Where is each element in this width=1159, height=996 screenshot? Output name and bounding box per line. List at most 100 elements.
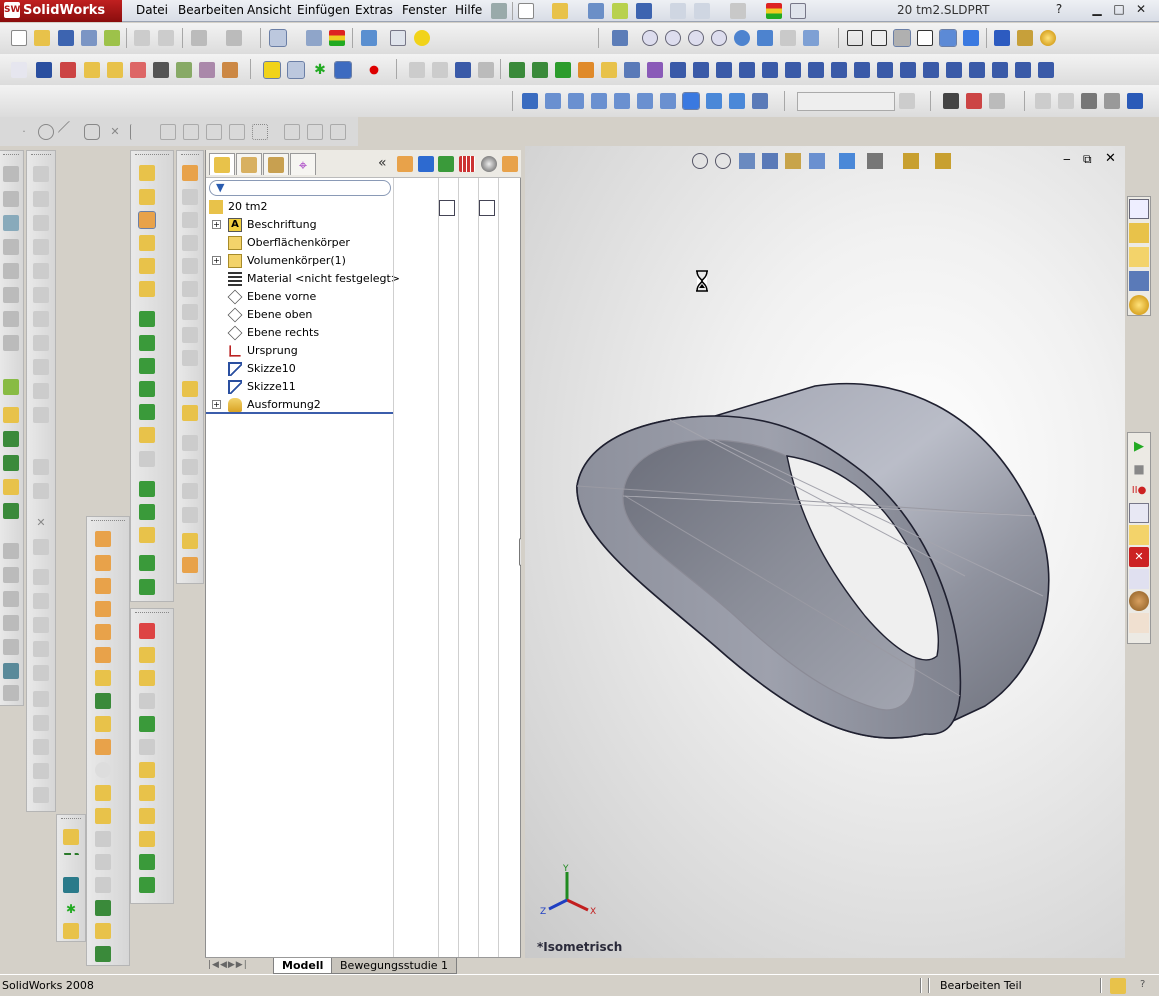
sketch-ellipse-icon[interactable] [139, 831, 155, 847]
instant-3d-icon[interactable] [139, 555, 155, 571]
macro-checkmark-icon[interactable] [1129, 569, 1149, 589]
sketch-rectangle-icon[interactable] [139, 762, 155, 778]
filter-center-icon[interactable] [1038, 62, 1054, 78]
hole-callout-icon[interactable] [176, 62, 192, 78]
datum-target-icon[interactable] [33, 787, 49, 803]
tab-property-manager[interactable] [236, 153, 262, 175]
snap-icon[interactable]: ✱ [312, 62, 328, 78]
revolved-boss-icon[interactable] [139, 189, 155, 205]
tab-modell[interactable]: Modell [273, 958, 333, 974]
open-icon[interactable] [34, 30, 50, 46]
view-left-icon[interactable] [591, 93, 607, 109]
perspective-icon[interactable] [994, 30, 1010, 46]
sum-sigma-icon[interactable] [153, 62, 169, 78]
filter-datums-icon[interactable] [693, 62, 709, 78]
collapse-panel-icon[interactable]: « [378, 155, 387, 171]
extend-entities-icon[interactable] [33, 539, 49, 555]
surface-finish-icon[interactable] [107, 62, 123, 78]
note-icon[interactable] [36, 62, 52, 78]
datum-icon[interactable] [84, 62, 100, 78]
line-thickness-icon[interactable] [1104, 93, 1120, 109]
filter-weld-bead-icon[interactable] [946, 62, 962, 78]
filter-balloon-icon[interactable] [923, 62, 939, 78]
distribute-icon[interactable] [33, 715, 49, 731]
copy-entities-icon[interactable] [33, 335, 49, 351]
thickness-analysis-icon[interactable] [182, 557, 198, 573]
construction-geometry-icon[interactable] [252, 124, 268, 140]
sketch-convert-icon[interactable] [33, 239, 49, 255]
polygon-icon[interactable] [84, 124, 100, 140]
expand-toggle[interactable]: + [212, 256, 221, 265]
sketch-offset-icon[interactable] [33, 215, 49, 231]
display-transparency-swatch[interactable] [479, 200, 495, 216]
assembly-from-part-icon[interactable] [104, 30, 120, 46]
chamfer-icon[interactable] [139, 335, 155, 351]
customize-macro-icon[interactable] [1129, 591, 1149, 611]
baseline-dimension-icon[interactable] [33, 665, 49, 681]
viewport-minimize-icon[interactable]: ‒ [1063, 152, 1071, 166]
toolbar-grip[interactable] [91, 520, 125, 525]
section-view-icon[interactable] [1017, 30, 1033, 46]
sketch-text-icon[interactable] [33, 383, 49, 399]
new-macro-icon[interactable] [1129, 503, 1149, 523]
trim-entities-icon[interactable]: ✕ [33, 515, 49, 531]
view-dimetric-icon[interactable] [729, 93, 745, 109]
maximize-icon[interactable]: □ [1110, 2, 1128, 18]
delete-macro-icon[interactable]: ✕ [1129, 547, 1149, 567]
display-style-icon[interactable] [809, 153, 825, 169]
toolbar-grip[interactable] [61, 818, 81, 823]
sketch-polygon-icon[interactable] [139, 808, 155, 824]
filter-surface-bodies-icon[interactable] [578, 62, 594, 78]
fillet-icon[interactable] [139, 311, 155, 327]
view-selector-icon[interactable] [752, 93, 768, 109]
line-icon[interactable] [57, 120, 81, 144]
line-format-icon[interactable] [1127, 93, 1143, 109]
record-macro-icon[interactable]: II● [1129, 481, 1149, 501]
linear-pattern-icon[interactable] [284, 124, 300, 140]
filter-toggle-icon[interactable] [478, 62, 494, 78]
parting-surface-icon[interactable] [182, 235, 198, 251]
shut-off-surface-icon[interactable] [182, 212, 198, 228]
coordinate-system-icon[interactable] [63, 877, 79, 893]
graphics-viewport[interactable]: ‒ ⧉ ✕ Y X Z *Isometrisch [521, 146, 1125, 958]
tab-dimxpert-manager[interactable]: ⌖ [290, 153, 316, 175]
angle-icon[interactable] [330, 124, 346, 140]
filter-block-icon[interactable] [900, 62, 916, 78]
hidden-lines-visible-icon[interactable] [871, 30, 887, 46]
sketch-point-icon[interactable] [139, 877, 155, 893]
undo-icon[interactable] [191, 30, 207, 46]
toolbar-grip[interactable] [181, 154, 199, 159]
rollback-bar[interactable] [206, 412, 393, 414]
chamfer-sketch-icon[interactable] [229, 124, 245, 140]
circle-icon[interactable] [38, 124, 54, 140]
knit-surface-mold-icon[interactable] [182, 507, 198, 523]
shaded-with-edges-icon[interactable] [939, 29, 957, 47]
scale-icon[interactable] [182, 304, 198, 320]
toolbar-grip[interactable] [31, 154, 51, 159]
undercut-detection-icon[interactable] [182, 350, 198, 366]
filter-surface-finish-icon[interactable] [716, 62, 732, 78]
insert-mold-folders-icon[interactable] [182, 405, 198, 421]
extruded-cut-icon[interactable] [139, 281, 155, 297]
grid-icon[interactable] [361, 30, 377, 46]
filter-connection-point-icon[interactable] [992, 62, 1008, 78]
curves-icon[interactable] [3, 191, 19, 207]
sketch-block-icon[interactable] [139, 693, 155, 709]
3d-sketch-icon[interactable] [3, 239, 19, 255]
minimize-icon[interactable]: ▁ [1088, 2, 1106, 18]
smart-dimension-icon[interactable] [139, 647, 155, 663]
rebuild-icon[interactable] [329, 30, 345, 46]
display-pane-transparency-icon[interactable] [502, 156, 518, 172]
dome-icon[interactable] [139, 451, 155, 467]
filter-cosmetic-thread-icon[interactable] [762, 62, 778, 78]
parting-line-icon[interactable] [182, 189, 198, 205]
mold-tools-icon[interactable] [182, 165, 198, 181]
layer-properties-icon[interactable] [1058, 93, 1074, 109]
revolved-surface-icon[interactable] [95, 555, 111, 571]
dimension-icon[interactable] [3, 263, 19, 279]
display-relations-icon[interactable] [3, 311, 19, 327]
sketch-relation-icon[interactable] [263, 61, 281, 79]
sketch-line-icon[interactable] [287, 61, 305, 79]
zoom-in-out-icon[interactable] [688, 30, 704, 46]
make-assembly-icon[interactable] [612, 3, 628, 19]
